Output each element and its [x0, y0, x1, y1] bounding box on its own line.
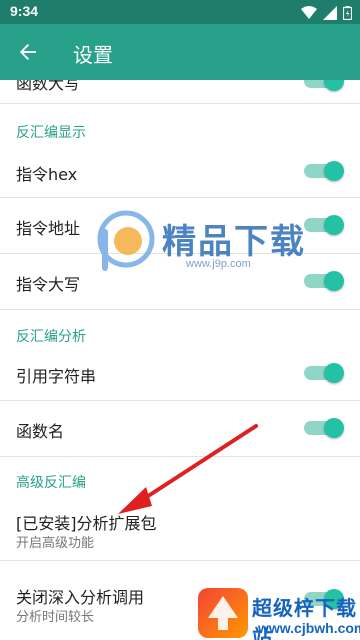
status-bar: 9:34: [0, 0, 360, 24]
setting-row-ref-string[interactable]: 引用字符串: [0, 348, 360, 398]
toggle-switch[interactable]: [304, 161, 344, 181]
setting-title: 关闭深入分析调用: [16, 588, 145, 607]
setting-title: 函数大写: [16, 80, 81, 93]
divider: [0, 560, 360, 561]
setting-title: 引用字符串: [16, 367, 97, 386]
setting-subtitle: 开启高级功能: [16, 536, 95, 551]
arrow-left-icon: [20, 44, 36, 60]
brand-logo: [198, 588, 248, 638]
watermark-text: 精品下载: [162, 222, 306, 262]
setting-title: 指令大写: [16, 275, 81, 294]
back-button[interactable]: [12, 36, 44, 68]
settings-list[interactable]: 函数大写 反汇编显示 指令hex 指令地址 指令大写 反汇编分析 引用字符串 函…: [0, 80, 360, 640]
setting-title: [已安装]分析扩展包: [16, 514, 157, 533]
wifi-icon: [301, 5, 317, 24]
watermark-url: www.j9p.com: [186, 258, 251, 270]
status-icons: [301, 5, 353, 24]
toggle-switch[interactable]: [304, 271, 344, 291]
toggle-switch[interactable]: [304, 363, 344, 383]
section-header: 高级反汇编: [16, 475, 86, 491]
toggle-switch[interactable]: [304, 80, 344, 91]
app-bar: 设置: [0, 24, 360, 80]
setting-row-func-upper[interactable]: 函数大写: [0, 80, 360, 100]
toggle-switch[interactable]: [304, 418, 344, 438]
setting-subtitle: 分析时间较长: [16, 610, 95, 625]
divider: [0, 309, 360, 310]
setting-title: 指令hex: [16, 165, 78, 184]
brand-url: www.cjbwh.com: [258, 620, 360, 636]
setting-title: 函数名: [16, 422, 65, 441]
setting-title: 指令地址: [16, 219, 81, 238]
setting-row-ext-pack[interactable]: [已安装]分析扩展包 开启高级功能: [0, 498, 360, 558]
section-header: 反汇编分析: [16, 329, 86, 345]
section-header: 反汇编显示: [16, 125, 86, 141]
watermark-logo: [97, 210, 155, 271]
page-title: 设置: [73, 43, 113, 67]
signal-icon: [323, 5, 337, 24]
setting-row-instr-hex[interactable]: 指令hex: [0, 146, 360, 196]
divider: [0, 103, 360, 104]
divider: [0, 456, 360, 457]
status-time: 9:34: [10, 3, 39, 19]
toggle-switch[interactable]: [304, 215, 344, 235]
setting-row-func-name[interactable]: 函数名: [0, 401, 360, 455]
battery-icon: [342, 5, 353, 24]
